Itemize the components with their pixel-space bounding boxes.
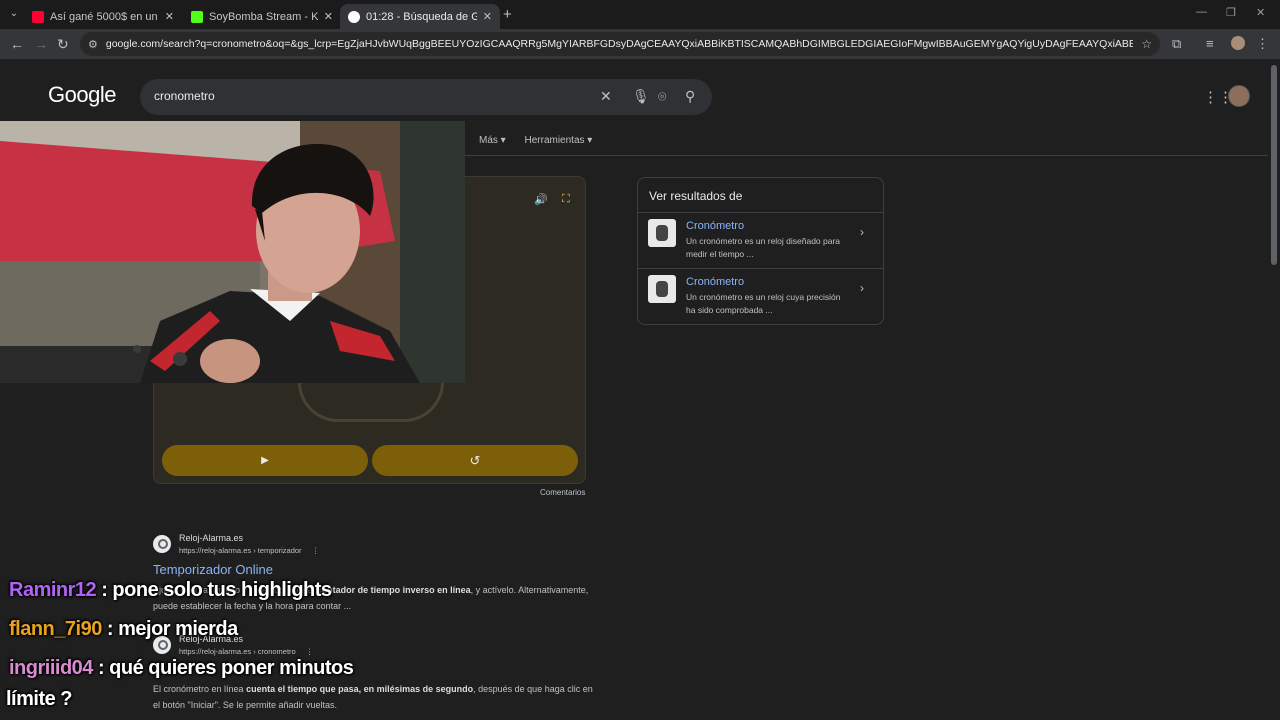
result-title[interactable]: Temporizador Online [153, 562, 273, 577]
profile-avatar[interactable] [1231, 36, 1245, 50]
site-info-icon[interactable]: ⚙ [88, 38, 98, 51]
extensions-icon[interactable]: ⧉ [1172, 36, 1181, 52]
google-logo[interactable]: Google [48, 82, 116, 108]
url-text[interactable]: google.com/search?q=cronometro&oq=&gs_lc… [106, 38, 1133, 50]
stopwatch-thumbnail [648, 219, 676, 247]
result-url[interactable]: https://reloj-alarma.es › temporizador ⋮ [179, 546, 319, 555]
reload-button[interactable]: ↻ [57, 36, 69, 53]
media-controls-icon[interactable]: ≡ [1206, 36, 1214, 51]
back-button[interactable]: ← [10, 36, 24, 52]
address-bar[interactable]: ⚙ google.com/search?q=cronometro&oq=&gs_… [80, 32, 1160, 56]
close-icon[interactable]: ✕ [324, 10, 333, 23]
result-url[interactable]: https://reloj-alarma.es › cronometro ⋮ [179, 647, 313, 656]
chevron-right-icon: › [860, 281, 864, 295]
kick-icon [191, 10, 203, 23]
chat-username: flann_7i90 [9, 618, 102, 640]
minimize-button[interactable]: — [1196, 6, 1207, 18]
panel-item-desc: Un cronómetro es un reloj cuya precisión… [686, 292, 841, 315]
tab-title: SoyBomba Stream - Kick Dashb [209, 10, 318, 23]
page-scrollbar[interactable] [1268, 59, 1280, 720]
panel-item[interactable]: Cronómetro Un cronómetro es un reloj dis… [638, 212, 883, 268]
chat-message: flann_7i90 : mejor mierda [9, 618, 238, 641]
close-window-button[interactable]: ✕ [1256, 6, 1265, 19]
google-icon [348, 10, 360, 23]
sound-icon[interactable]: 🔊 [534, 193, 548, 206]
panel-item-name[interactable]: Cronómetro [686, 276, 744, 288]
search-icon[interactable]: ⚲ [685, 88, 695, 105]
tab-google-search[interactable]: 01:28 - Búsqueda de Google ✕ [340, 4, 500, 29]
filter-tools[interactable]: Herramientas ▾ [525, 135, 593, 146]
microphone-icon[interactable]: 🎙 [632, 88, 650, 105]
chat-text: : pone solo tus highlights [101, 579, 332, 601]
reset-button[interactable]: ↺ [372, 445, 578, 476]
panel-item-desc: Un cronómetro es un reloj diseñado para … [686, 236, 841, 259]
chat-message: Raminr12 : pone solo tus highlights [9, 579, 332, 602]
menu-kebab-icon[interactable]: ⋮ [1256, 36, 1269, 52]
close-icon[interactable]: ✕ [483, 10, 492, 23]
tab-youtube[interactable]: Así gané 5000$ en un Evento d ✕ [24, 4, 182, 29]
tab-strip: ⌄ Así gané 5000$ en un Evento d ✕ SoyBom… [0, 0, 1280, 29]
tab-kick[interactable]: SoyBomba Stream - Kick Dashb ✕ [183, 4, 341, 29]
feedback-link[interactable]: Comentarios [540, 488, 585, 497]
tab-search-chevron-icon[interactable]: ⌄ [6, 6, 22, 22]
panel-item-name[interactable]: Cronómetro [686, 220, 744, 232]
search-filters: Más ▾ Herramientas ▾ [479, 135, 592, 146]
chat-message-continuation: límite ? [6, 688, 73, 711]
panel-title: Ver resultados de [649, 189, 743, 203]
new-tab-button[interactable]: + [503, 6, 512, 23]
tab-title: Así gané 5000$ en un Evento d [50, 10, 159, 23]
chat-username: ingriiid04 [9, 657, 93, 679]
more-options-icon[interactable]: ⋮ [306, 647, 314, 656]
start-button[interactable]: ▶ [162, 445, 368, 476]
chat-text: límite ? [6, 688, 73, 710]
stopwatch-dial [298, 382, 444, 422]
forward-button[interactable]: → [34, 36, 48, 52]
youtube-icon [32, 10, 44, 23]
chat-text: : mejor mierda [106, 618, 238, 640]
toolbar: ← → ↻ ⚙ google.com/search?q=cronometro&o… [0, 29, 1280, 59]
chat-message: ingriiid04 : qué quieres poner minutos [9, 657, 354, 680]
more-options-icon[interactable]: ⋮ [312, 546, 320, 555]
play-icon: ▶ [261, 455, 269, 466]
scrollbar-thumb[interactable] [1271, 65, 1277, 265]
fullscreen-icon[interactable]: ⛶ [562, 193, 570, 206]
chat-username: Raminr12 [9, 579, 97, 601]
result-snippet: El cronómetro en línea cuenta el tiempo … [153, 684, 593, 710]
see-results-about-panel: Ver resultados de Cronómetro Un cronómet… [637, 177, 884, 325]
panel-item[interactable]: Cronómetro Un cronómetro es un reloj cuy… [638, 268, 883, 324]
webcam-feed-image [0, 121, 465, 383]
webcam-overlay [0, 121, 465, 383]
search-input[interactable]: cronometro [154, 89, 215, 103]
site-favicon-icon [153, 535, 171, 553]
reset-icon: ↺ [469, 452, 481, 468]
chat-text: : qué quieres poner minutos [97, 657, 354, 679]
tab-title: 01:28 - Búsqueda de Google [366, 10, 477, 23]
stopwatch-thumbnail [648, 275, 676, 303]
clear-icon[interactable]: ✕ [600, 88, 612, 105]
filter-more[interactable]: Más ▾ [479, 135, 506, 146]
bookmark-star-icon[interactable]: ☆ [1141, 37, 1152, 51]
close-icon[interactable]: ✕ [165, 10, 174, 23]
search-box[interactable]: cronometro ✕ 🎙 ⌾ ⚲ [140, 79, 712, 115]
result-site[interactable]: Reloj-Alarma.es [179, 533, 243, 543]
account-avatar[interactable] [1228, 85, 1250, 107]
chevron-right-icon: › [860, 225, 864, 239]
maximize-button[interactable]: ❐ [1226, 6, 1236, 19]
lens-camera-icon[interactable]: ⌾ [658, 88, 666, 105]
